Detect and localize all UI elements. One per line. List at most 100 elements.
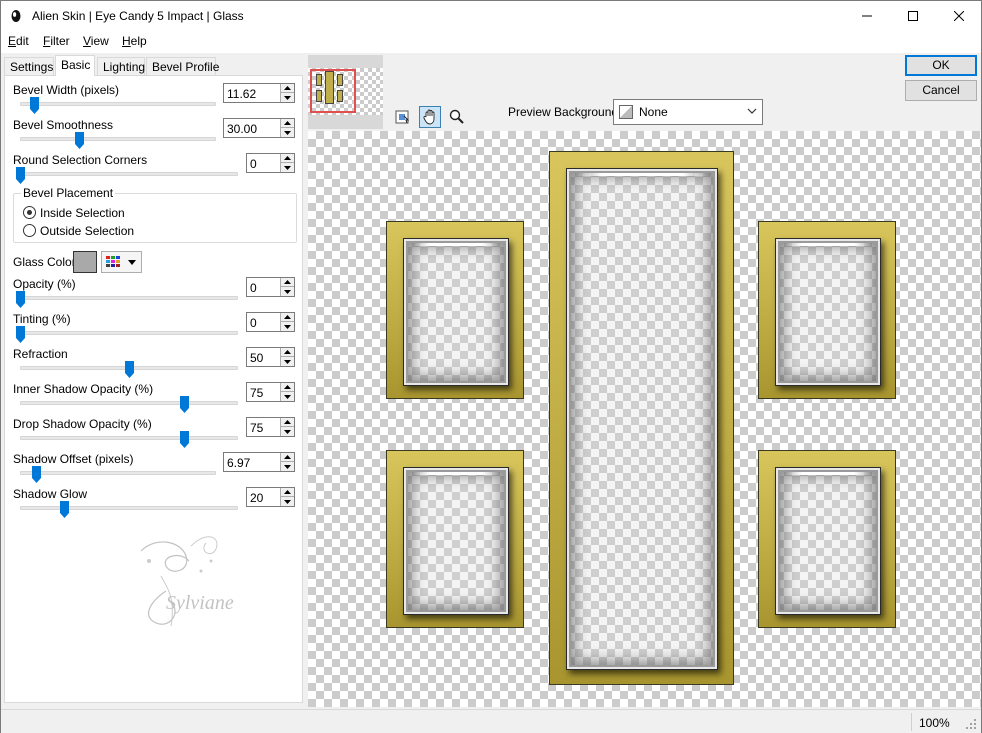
inner-shadow-opacity-input[interactable]: 75 xyxy=(246,382,295,402)
drop-shadow-opacity-slider[interactable] xyxy=(20,436,238,440)
shadow-glow-input[interactable]: 20 xyxy=(246,487,295,507)
navigate-tool-button[interactable] xyxy=(391,106,413,128)
shadow-glow-slider[interactable] xyxy=(20,506,238,510)
chevron-down-icon xyxy=(747,108,757,114)
spin-down-icon[interactable] xyxy=(281,392,294,401)
shadow-offset-slider-thumb[interactable] xyxy=(31,466,41,483)
tab-bevel-profile[interactable]: Bevel Profile xyxy=(146,57,219,75)
tinting-label: Tinting (%) xyxy=(13,312,71,326)
preview-background-value: None xyxy=(639,105,668,119)
close-button[interactable] xyxy=(936,1,982,31)
cancel-button[interactable]: Cancel xyxy=(905,80,977,101)
outside-selection-radio[interactable] xyxy=(23,224,36,237)
zoom-icon xyxy=(449,109,464,124)
spin-up-icon[interactable] xyxy=(281,453,294,462)
bevel-width-slider-thumb[interactable] xyxy=(29,97,39,114)
spin-down-icon[interactable] xyxy=(281,497,294,506)
navigate-icon xyxy=(395,110,410,124)
glass-frame-bottom-right xyxy=(758,450,896,628)
spin-down-icon[interactable] xyxy=(281,322,294,331)
bevel-placement-group: Bevel Placement Inside Selection Outside… xyxy=(13,186,297,243)
inner-shadow-opacity-slider[interactable] xyxy=(20,401,238,405)
preview-background-select[interactable]: None xyxy=(613,99,763,125)
glass-color-swatch[interactable] xyxy=(73,251,97,273)
bevel-width-slider[interactable] xyxy=(20,102,216,106)
glass-color-label: Glass Color xyxy=(13,255,76,269)
shadow-glow-label: Shadow Glow xyxy=(13,487,88,501)
menu-help[interactable]: Help xyxy=(122,34,147,48)
preview-navigator[interactable] xyxy=(308,55,383,129)
bevel-smoothness-slider[interactable] xyxy=(20,137,216,141)
menu-edit[interactable]: Edit xyxy=(8,34,29,48)
outside-selection-label[interactable]: Outside Selection xyxy=(40,224,134,238)
bevel-smoothness-label: Bevel Smoothness xyxy=(13,118,114,132)
bevel-smoothness-input[interactable]: 30.00 xyxy=(223,118,295,138)
spin-down-icon[interactable] xyxy=(281,93,294,102)
tab-lighting[interactable]: Lighting xyxy=(97,57,145,75)
color-picker-button[interactable] xyxy=(101,251,142,273)
inside-selection-label[interactable]: Inside Selection xyxy=(40,206,125,220)
shadow-offset-label: Shadow Offset (pixels) xyxy=(13,452,134,466)
svg-text:Sylviane: Sylviane xyxy=(166,592,234,614)
refraction-input[interactable]: 50 xyxy=(246,347,295,367)
glass-pane xyxy=(775,467,881,615)
status-bar: 100% xyxy=(1,709,981,733)
spin-down-icon[interactable] xyxy=(281,357,294,366)
opacity-slider-thumb[interactable] xyxy=(16,291,25,308)
spin-up-icon[interactable] xyxy=(281,84,294,93)
tinting-slider[interactable] xyxy=(20,331,238,335)
inner-shadow-opacity-slider-thumb[interactable] xyxy=(179,396,189,413)
transparent-swatch-icon xyxy=(619,105,633,119)
shadow-glow-slider-thumb[interactable] xyxy=(59,501,69,518)
spin-up-icon[interactable] xyxy=(281,119,294,128)
glass-pane xyxy=(775,238,881,386)
shadow-offset-slider[interactable] xyxy=(20,471,216,475)
spin-up-icon[interactable] xyxy=(281,278,294,287)
spin-up-icon[interactable] xyxy=(281,348,294,357)
inside-selection-radio[interactable] xyxy=(23,206,36,219)
round-corners-label: Round Selection Corners xyxy=(13,153,148,167)
inner-shadow-opacity-label: Inner Shadow Opacity (%) xyxy=(13,382,154,396)
menu-filter[interactable]: Filter xyxy=(43,34,70,48)
round-corners-input[interactable]: 0 xyxy=(246,153,295,173)
spin-down-icon[interactable] xyxy=(281,427,294,436)
opacity-slider[interactable] xyxy=(20,296,238,300)
spin-down-icon[interactable] xyxy=(281,128,294,137)
opacity-input[interactable]: 0 xyxy=(246,277,295,297)
spin-down-icon[interactable] xyxy=(281,462,294,471)
resize-grip-icon[interactable] xyxy=(965,718,977,730)
spin-up-icon[interactable] xyxy=(281,488,294,497)
tab-basic[interactable]: Basic xyxy=(55,55,95,76)
sylviane-watermark: Sylviane xyxy=(140,536,234,627)
maximize-icon xyxy=(908,11,918,21)
dropdown-arrow-icon xyxy=(128,260,136,265)
spin-up-icon[interactable] xyxy=(281,418,294,427)
preview-canvas[interactable] xyxy=(308,131,981,707)
navigator-viewport-box[interactable] xyxy=(310,69,356,113)
ok-button[interactable]: OK xyxy=(905,55,977,76)
spin-up-icon[interactable] xyxy=(281,154,294,163)
maximize-button[interactable] xyxy=(890,1,936,31)
tab-settings[interactable]: Settings xyxy=(4,57,54,75)
spin-up-icon[interactable] xyxy=(281,383,294,392)
round-corners-slider[interactable] xyxy=(20,172,238,176)
glass-frame-center xyxy=(549,151,734,685)
zoom-tool-button[interactable] xyxy=(446,106,468,128)
shadow-offset-input[interactable]: 6.97 xyxy=(223,452,295,472)
bevel-smoothness-slider-thumb[interactable] xyxy=(74,132,84,149)
spin-down-icon[interactable] xyxy=(281,287,294,296)
bevel-width-input[interactable]: 11.62 xyxy=(223,83,295,103)
status-separator xyxy=(911,713,912,731)
tinting-input[interactable]: 0 xyxy=(246,312,295,332)
pan-hand-icon xyxy=(423,109,435,125)
tinting-slider-thumb[interactable] xyxy=(16,326,25,343)
menu-view[interactable]: View xyxy=(83,34,109,48)
spin-down-icon[interactable] xyxy=(281,163,294,172)
drop-shadow-opacity-slider-thumb[interactable] xyxy=(179,431,189,448)
spin-up-icon[interactable] xyxy=(281,313,294,322)
drop-shadow-opacity-input[interactable]: 75 xyxy=(246,417,295,437)
minimize-button[interactable] xyxy=(844,1,890,31)
round-corners-slider-thumb[interactable] xyxy=(16,167,25,184)
pan-tool-button[interactable] xyxy=(419,106,441,128)
refraction-slider-thumb[interactable] xyxy=(125,361,134,378)
